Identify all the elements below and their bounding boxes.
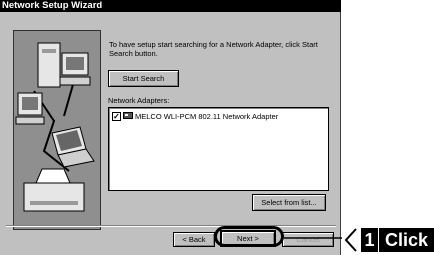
network-computers-icon bbox=[15, 42, 95, 212]
title-bar: Network Setup Wizard bbox=[0, 0, 341, 12]
list-item[interactable]: ✓ MELCO WLI-PCM 802.11 Network Adapter bbox=[112, 111, 278, 121]
adapter-name: MELCO WLI-PCM 802.11 Network Adapter bbox=[135, 111, 279, 121]
instructions-line-2: Search button. bbox=[109, 49, 158, 58]
network-setup-wizard-window: Network Setup Wizard To have setup start… bbox=[0, 0, 341, 255]
network-adapters-label: Network Adapters: bbox=[108, 96, 170, 105]
start-search-button[interactable]: Start Search bbox=[108, 70, 179, 87]
select-from-list-button[interactable]: Select from list... bbox=[252, 194, 326, 211]
step-callout: 1 Click bbox=[342, 226, 434, 255]
window-title: Network Setup Wizard bbox=[2, 0, 103, 11]
network-computers-illustration bbox=[13, 30, 101, 230]
instructions-line-1: To have setup start searching for a Netw… bbox=[109, 40, 318, 49]
adapter-checkbox[interactable]: ✓ bbox=[112, 111, 121, 121]
network-card-icon bbox=[123, 111, 133, 122]
step-action: Click bbox=[379, 228, 434, 252]
back-button[interactable]: < Back bbox=[173, 232, 215, 247]
next-button-highlight bbox=[214, 226, 284, 247]
network-adapters-list[interactable]: ✓ MELCO WLI-PCM 802.11 Network Adapter bbox=[108, 107, 329, 191]
step-number: 1 bbox=[361, 228, 378, 252]
